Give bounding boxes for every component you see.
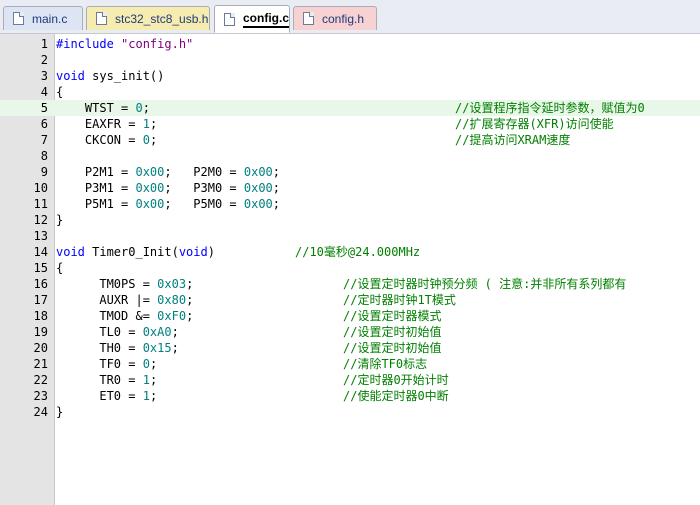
- file-icon: [224, 12, 235, 26]
- code-editor[interactable]: 1 #include "config.h" 2 3 void sys_init() 4{5…: [0, 34, 700, 505]
- code-line[interactable]: 24}: [0, 404, 700, 420]
- code-comment: //扩展寄存器(XFR)访问使能: [455, 117, 614, 131]
- code-line[interactable]: 23 ET0 = 1; //使能定时器0中断: [0, 388, 700, 404]
- line-number: 3: [40, 69, 48, 83]
- code-line[interactable]: 1 #include "config.h": [0, 36, 700, 52]
- code-line[interactable]: 21 TF0 = 0; //清除TF0标志: [0, 356, 700, 372]
- code-comment: //设置定时器时钟预分频 ( 注意:并非所有系列都有: [343, 277, 627, 291]
- line-number: 22: [33, 373, 48, 387]
- line-number: 24: [33, 405, 48, 419]
- tab-config-c[interactable]: config.c: [214, 5, 290, 33]
- code-text: }: [56, 213, 64, 227]
- line-number: 9: [40, 165, 48, 179]
- line-number: 5: [40, 101, 48, 115]
- file-icon: [96, 12, 107, 25]
- tab-label: main.c: [32, 11, 68, 26]
- line-number: 23: [33, 389, 48, 403]
- line-number: 6: [40, 117, 48, 131]
- line-number: 2: [40, 53, 48, 67]
- code-comment: //清除TF0标志: [343, 357, 428, 371]
- code-text: TF0 = 0;: [56, 357, 158, 371]
- code-line[interactable]: 6 EAXFR = 1; //扩展寄存器(XFR)访问使能: [0, 116, 700, 132]
- code-text: AUXR |= 0x80;: [56, 293, 194, 307]
- code-text: TL0 = 0xA0;: [56, 325, 179, 339]
- line-number: 18: [33, 309, 48, 323]
- code-line[interactable]: 18 TMOD &= 0xF0; //设置定时器模式: [0, 308, 700, 324]
- code-text: TH0 = 0x15;: [56, 341, 179, 355]
- code-comment: //设置定时初始值: [343, 325, 442, 339]
- code-line[interactable]: 19 TL0 = 0xA0; //设置定时初始值: [0, 324, 700, 340]
- code-line[interactable]: 15 {: [0, 260, 700, 276]
- code-comment: //提高访问XRAM速度: [455, 133, 571, 147]
- code-line[interactable]: 12}: [0, 212, 700, 228]
- tab-label: config.h: [322, 11, 365, 26]
- code-line[interactable]: 17 AUXR |= 0x80; //定时器时钟1T模式: [0, 292, 700, 308]
- tab-label: stc32_stc8_usb.h: [115, 11, 209, 26]
- line-number: 17: [33, 293, 48, 307]
- file-icon: [13, 12, 24, 25]
- code-line[interactable]: 10 P3M1 = 0x00; P3M0 = 0x00;: [0, 180, 700, 196]
- code-text: void sys_init(): [56, 69, 165, 83]
- code-comment: //定时器时钟1T模式: [343, 293, 456, 307]
- code-text: TMOD &= 0xF0;: [56, 309, 194, 323]
- tab-label: config.c: [242, 11, 289, 28]
- line-number: 11: [33, 197, 48, 211]
- line-number: 8: [40, 149, 48, 163]
- code-line[interactable]: 9 P2M1 = 0x00; P2M0 = 0x00;: [0, 164, 700, 180]
- line-number: 14: [33, 245, 48, 259]
- code-comment: //使能定时器0中断: [343, 389, 449, 403]
- code-text: TR0 = 1;: [56, 373, 158, 387]
- code-text: {: [56, 85, 64, 99]
- tab-stc32-stc8-usb-h[interactable]: stc32_stc8_usb.h: [86, 6, 210, 30]
- tab-main-c[interactable]: main.c: [3, 6, 83, 30]
- line-number: 16: [33, 277, 48, 291]
- line-number: 21: [33, 357, 48, 371]
- code-comment: //设置程序指令延时参数，赋值为0: [455, 101, 645, 115]
- code-text: void Timer0_Init(void): [56, 245, 215, 259]
- line-number: 10: [33, 181, 48, 195]
- file-tab-bar: main.c stc32_stc8_usb.h config.c config.h: [0, 0, 700, 34]
- code-line[interactable]: 8: [0, 148, 700, 164]
- code-comment: //定时器0开始计时: [343, 373, 449, 387]
- line-number: 7: [40, 133, 48, 147]
- code-text: P3M1 = 0x00; P3M0 = 0x00;: [56, 181, 281, 195]
- code-line[interactable]: 16 TM0PS = 0x03; //设置定时器时钟预分频 ( 注意:并非所有系列…: [0, 276, 700, 292]
- line-number: 15: [33, 261, 48, 275]
- code-text: CKCON = 0;: [56, 133, 158, 147]
- code-text: P2M1 = 0x00; P2M0 = 0x00;: [56, 165, 281, 179]
- code-comment: //设置定时初始值: [343, 341, 442, 355]
- code-text: {: [56, 261, 64, 275]
- file-icon: [303, 12, 314, 25]
- code-line[interactable]: 20 TH0 = 0x15; //设置定时初始值: [0, 340, 700, 356]
- code-line[interactable]: 11 P5M1 = 0x00; P5M0 = 0x00;: [0, 196, 700, 212]
- code-text: TM0PS = 0x03;: [56, 277, 194, 291]
- line-number: 1: [40, 37, 48, 51]
- code-line[interactable]: 4{: [0, 84, 700, 100]
- line-number: 12: [33, 213, 48, 227]
- code-line[interactable]: 13: [0, 228, 700, 244]
- line-number: 20: [33, 341, 48, 355]
- code-line[interactable]: 2: [0, 52, 700, 68]
- code-text: EAXFR = 1;: [56, 117, 158, 131]
- code-comment: //10毫秒@24.000MHz: [295, 245, 421, 259]
- code-line[interactable]: 5 WTST = 0; //设置程序指令延时参数，赋值为0: [0, 100, 700, 116]
- code-text: P5M1 = 0x00; P5M0 = 0x00;: [56, 197, 281, 211]
- code-line[interactable]: 14 void Timer0_Init(void) //10毫秒@24.000MHz: [0, 244, 700, 260]
- code-text: ET0 = 1;: [56, 389, 158, 403]
- code-text: }: [56, 405, 64, 419]
- line-number: 4: [40, 85, 48, 99]
- line-number: 13: [33, 229, 48, 243]
- code-comment: //设置定时器模式: [343, 309, 442, 323]
- tab-config-h[interactable]: config.h: [293, 6, 377, 30]
- code-line[interactable]: 22 TR0 = 1; //定时器0开始计时: [0, 372, 700, 388]
- code-text: #include "config.h": [56, 37, 194, 51]
- code-line[interactable]: 3 void sys_init(): [0, 68, 700, 84]
- code-text: WTST = 0;: [56, 101, 150, 115]
- code-line[interactable]: 7 CKCON = 0; //提高访问XRAM速度: [0, 132, 700, 148]
- line-number: 19: [33, 325, 48, 339]
